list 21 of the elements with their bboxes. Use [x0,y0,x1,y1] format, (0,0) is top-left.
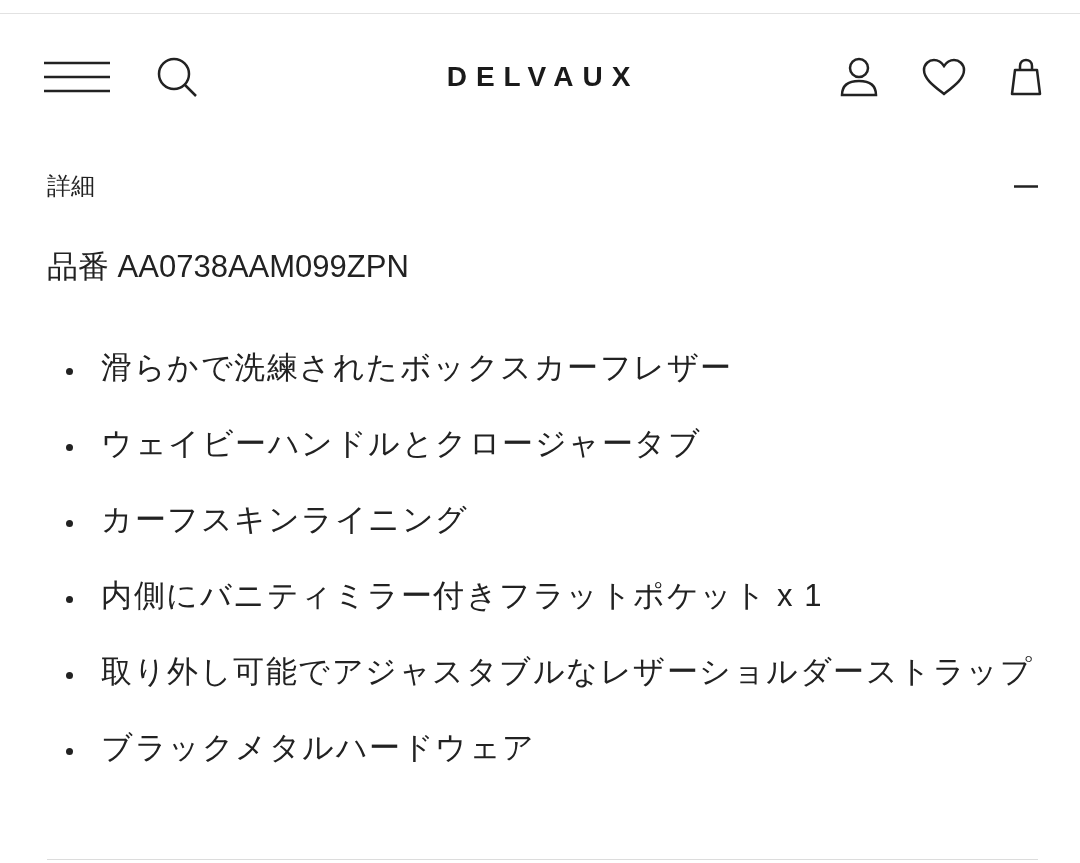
feature-text: カーフスキンライニング [101,501,469,539]
heart-icon[interactable] [922,58,966,96]
brand-logo[interactable]: DELVAUX [446,61,640,93]
bullet-icon [66,519,73,527]
minus-icon [1014,184,1038,188]
bullet-icon [66,443,73,451]
product-code: 品番 AA0738AAM099ZPN [47,248,410,286]
shopping-bag-icon[interactable] [1010,58,1042,96]
feature-text: ウェイビーハンドルとクロージャータブ [101,425,701,463]
bullet-icon [66,671,73,679]
bullet-icon [66,747,73,755]
details-accordion-header[interactable]: 詳細 [47,156,1038,216]
user-icon[interactable] [840,57,878,97]
feature-text: 滑らかで洗練されたボックスカーフレザー [101,349,733,387]
feature-text: ブラックメタルハードウェア [101,729,536,767]
feature-text: 取り外し可能でアジャスタブルなレザーショルダーストラップ [101,653,1033,691]
bullet-icon [66,595,73,603]
feature-text: 内側にバニティミラー付きフラットポケット x 1 [101,577,823,615]
menu-icon[interactable] [44,61,110,93]
bullet-icon [66,367,73,375]
search-icon[interactable] [156,56,198,98]
